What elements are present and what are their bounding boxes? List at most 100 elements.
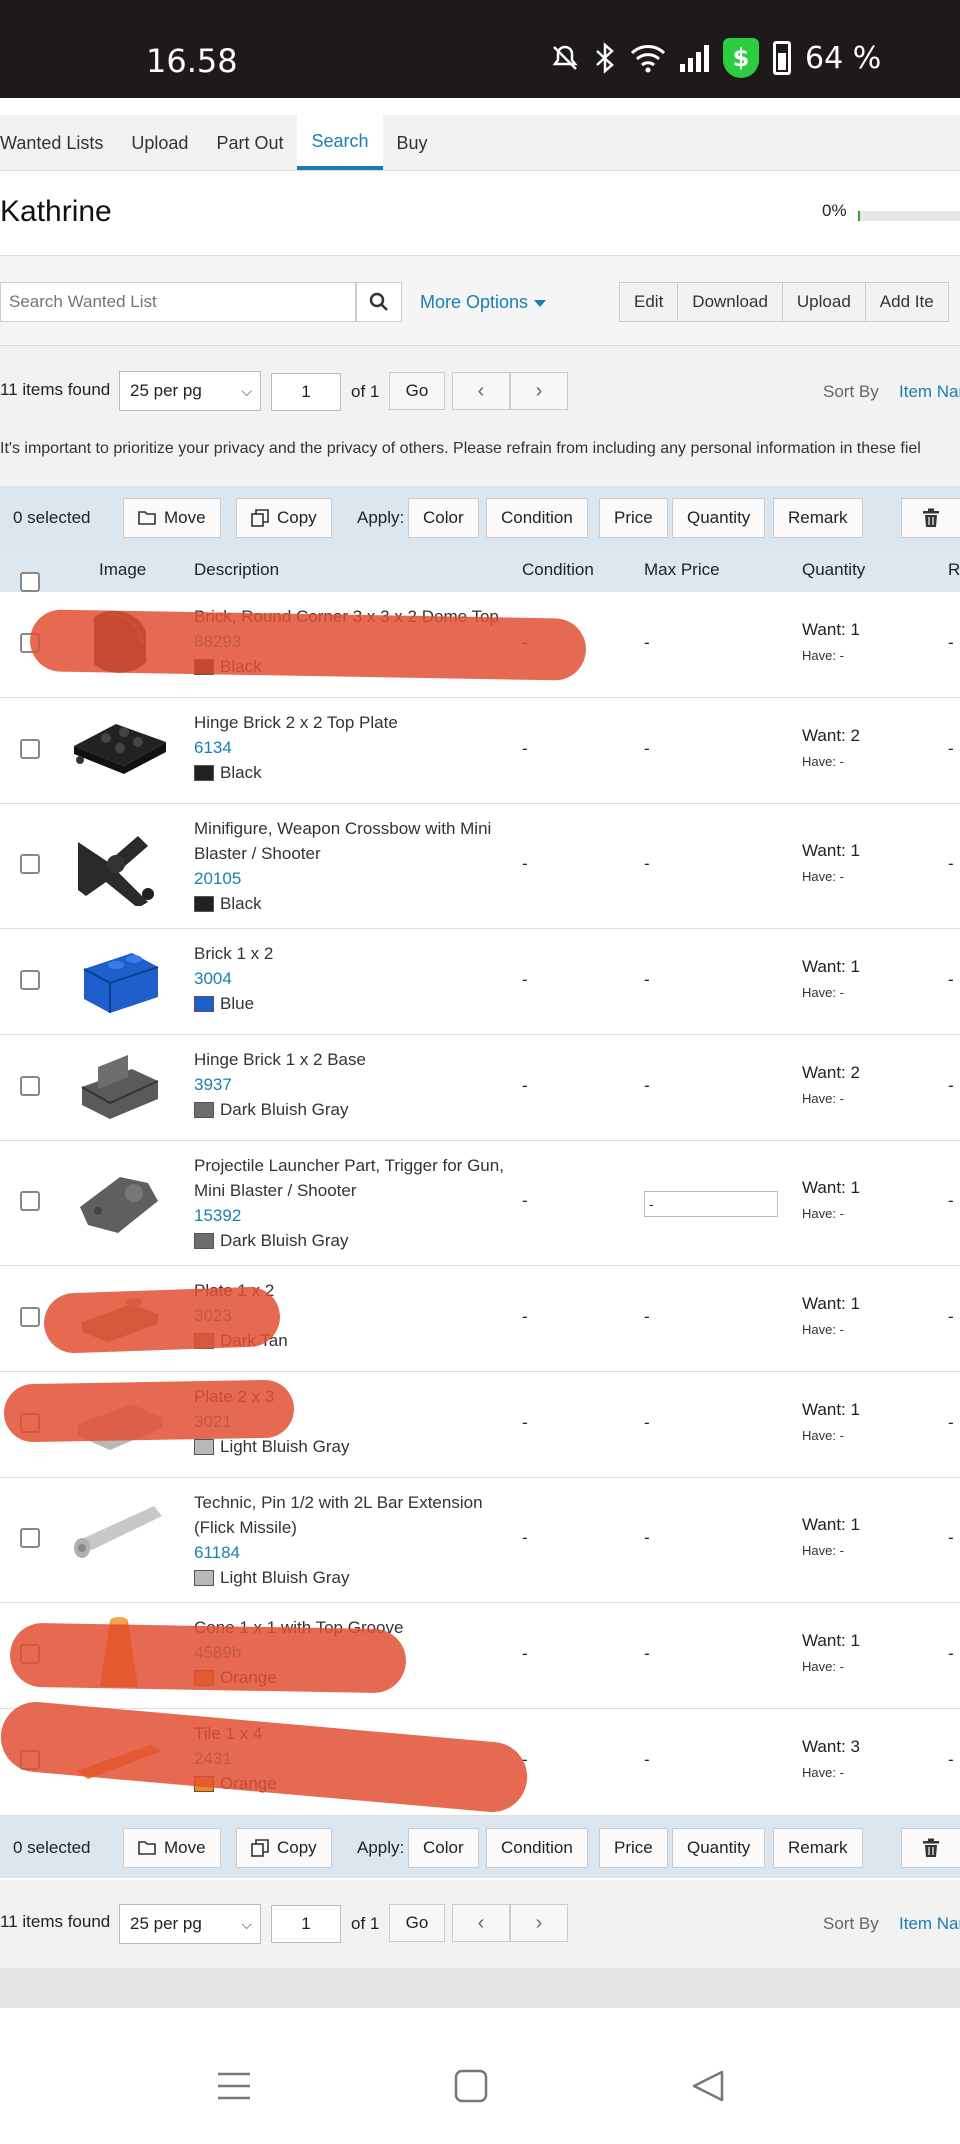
more-options-link[interactable]: More Options <box>420 292 547 313</box>
tab-buy[interactable]: Buy <box>383 115 442 170</box>
condition-value[interactable]: - <box>522 1750 528 1770</box>
remark-value[interactable]: - <box>948 1076 954 1096</box>
next-page-button[interactable]: › <box>510 372 568 410</box>
part-id-link[interactable]: 3021 <box>194 1409 514 1434</box>
remark-value[interactable]: - <box>948 1644 954 1664</box>
part-id-link[interactable]: 6134 <box>194 735 514 760</box>
apply-color-button[interactable]: Color <box>408 1828 479 1868</box>
apply-price-button[interactable]: Price <box>599 498 668 538</box>
max-price-input[interactable]: - <box>644 1191 778 1217</box>
condition-value[interactable]: - <box>522 1076 528 1096</box>
want-qty[interactable]: Want: 1 <box>802 1631 860 1651</box>
apply-remark-button[interactable]: Remark <box>773 498 863 538</box>
part-id-link[interactable]: 2431 <box>194 1746 514 1771</box>
max-price-value[interactable]: - <box>644 739 650 759</box>
row-checkbox[interactable] <box>20 1644 40 1664</box>
remark-value[interactable]: - <box>948 854 954 874</box>
apply-quantity-button[interactable]: Quantity <box>672 1828 766 1868</box>
col-quantity[interactable]: Quantity <box>802 560 865 580</box>
part-id-link[interactable]: 20105 <box>194 866 514 891</box>
tab-part-out[interactable]: Part Out <box>202 115 297 170</box>
apply-condition-button[interactable]: Condition <box>486 498 588 538</box>
want-qty[interactable]: Want: 1 <box>802 957 860 977</box>
copy-button[interactable]: Copy <box>236 498 332 538</box>
go-button[interactable]: Go <box>389 372 445 410</box>
max-price-value[interactable]: - <box>644 970 650 990</box>
remark-value[interactable]: - <box>948 1528 954 1548</box>
part-id-link[interactable]: 61184 <box>194 1540 514 1565</box>
prev-page-button[interactable]: ‹ <box>452 372 510 410</box>
remark-value[interactable]: - <box>948 1191 954 1211</box>
page-input[interactable]: 1 <box>271 1905 341 1943</box>
prev-page-button[interactable]: ‹ <box>452 1904 510 1942</box>
per-page-select[interactable]: 25 per pg ⌵ <box>119 1904 261 1944</box>
max-price-value[interactable]: - <box>644 1413 650 1433</box>
row-checkbox[interactable] <box>20 1076 40 1096</box>
col-condition[interactable]: Condition <box>522 560 594 580</box>
per-page-select[interactable]: 25 per pg ⌵ <box>119 371 261 411</box>
condition-value[interactable]: - <box>522 1413 528 1433</box>
want-qty[interactable]: Want: 1 <box>802 1515 860 1535</box>
want-qty[interactable]: Want: 2 <box>802 1063 860 1083</box>
apply-quantity-button[interactable]: Quantity <box>672 498 766 538</box>
condition-value[interactable]: - <box>522 633 528 653</box>
condition-value[interactable]: - <box>522 1191 528 1211</box>
row-checkbox[interactable] <box>20 854 40 874</box>
apply-price-button[interactable]: Price <box>599 1828 668 1868</box>
row-checkbox[interactable] <box>20 1528 40 1548</box>
remark-value[interactable]: - <box>948 1307 954 1327</box>
tab-search[interactable]: Search <box>297 115 383 170</box>
want-qty[interactable]: Want: 1 <box>802 1294 860 1314</box>
download-button[interactable]: Download <box>677 282 783 322</box>
go-button[interactable]: Go <box>389 1904 445 1942</box>
condition-value[interactable]: - <box>522 854 528 874</box>
want-qty[interactable]: Want: 1 <box>802 620 860 640</box>
back-triangle-icon[interactable] <box>690 2068 726 2104</box>
max-price-value[interactable]: - <box>644 1307 650 1327</box>
move-button[interactable]: Move <box>123 498 221 538</box>
part-id-link[interactable]: 4589b <box>194 1640 514 1665</box>
row-checkbox[interactable] <box>20 739 40 759</box>
copy-button[interactable]: Copy <box>236 1828 332 1868</box>
max-price-value[interactable]: - <box>644 1750 650 1770</box>
row-checkbox[interactable] <box>20 1750 40 1770</box>
want-qty[interactable]: Want: 1 <box>802 841 860 861</box>
condition-value[interactable]: - <box>522 739 528 759</box>
apply-remark-button[interactable]: Remark <box>773 1828 863 1868</box>
want-qty[interactable]: Want: 1 <box>802 1178 860 1198</box>
add-item-button[interactable]: Add Ite <box>864 282 949 322</box>
sort-select[interactable]: Item Nar <box>899 1914 960 1934</box>
search-input[interactable] <box>0 282 356 322</box>
part-id-link[interactable]: 3004 <box>194 966 514 991</box>
part-id-link[interactable]: 88293 <box>194 629 514 654</box>
delete-button[interactable] <box>901 1828 960 1868</box>
row-checkbox[interactable] <box>20 1307 40 1327</box>
delete-button[interactable] <box>901 498 960 538</box>
want-qty[interactable]: Want: 2 <box>802 726 860 746</box>
upload-button[interactable]: Upload <box>781 282 866 322</box>
part-id-link[interactable]: 3023 <box>194 1303 514 1328</box>
max-price-value[interactable]: - <box>644 1644 650 1664</box>
remark-value[interactable]: - <box>948 1413 954 1433</box>
page-input[interactable]: 1 <box>271 373 341 411</box>
menu-icon[interactable] <box>216 2068 252 2104</box>
apply-condition-button[interactable]: Condition <box>486 1828 588 1868</box>
row-checkbox[interactable] <box>20 1191 40 1211</box>
col-max-price[interactable]: Max Price <box>644 560 720 580</box>
row-checkbox[interactable] <box>20 633 40 653</box>
want-qty[interactable]: Want: 3 <box>802 1737 860 1757</box>
col-remark[interactable]: R <box>948 560 960 580</box>
max-price-value[interactable]: - <box>644 854 650 874</box>
condition-value[interactable]: - <box>522 970 528 990</box>
edit-button[interactable]: Edit <box>619 282 679 322</box>
condition-value[interactable]: - <box>522 1307 528 1327</box>
sort-select[interactable]: Item Nar <box>899 382 960 402</box>
want-qty[interactable]: Want: 1 <box>802 1400 860 1420</box>
next-page-button[interactable]: › <box>510 1904 568 1942</box>
row-checkbox[interactable] <box>20 1413 40 1433</box>
remark-value[interactable]: - <box>948 633 954 653</box>
move-button[interactable]: Move <box>123 1828 221 1868</box>
part-id-link[interactable]: 3937 <box>194 1072 514 1097</box>
tab-wanted-lists[interactable]: Wanted Lists <box>0 115 117 170</box>
condition-value[interactable]: - <box>522 1528 528 1548</box>
